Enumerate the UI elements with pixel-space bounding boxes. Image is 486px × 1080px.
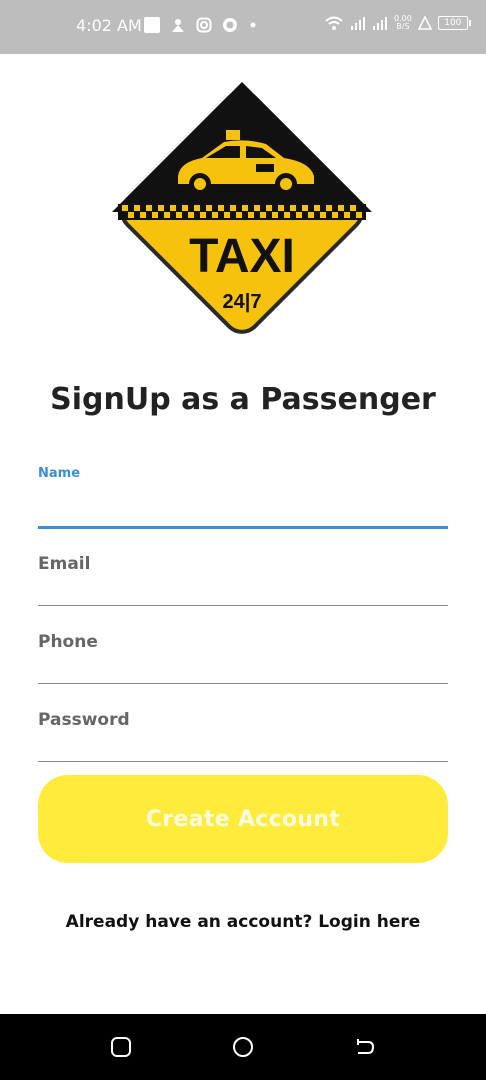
status-notification-icons	[144, 17, 258, 33]
logo-word: TAXI	[189, 230, 295, 283]
alert-triangle-icon	[417, 16, 432, 30]
recents-icon[interactable]	[110, 1036, 132, 1058]
back-icon[interactable]	[354, 1036, 376, 1058]
home-icon[interactable]	[232, 1036, 254, 1058]
status-system-icons: 0.00 B/S 100	[324, 15, 471, 31]
create-account-label: Create Account	[145, 806, 341, 832]
notification-square-icon	[144, 17, 160, 33]
name-field-underline	[38, 526, 448, 529]
taxi-logo: TAXI 24|7	[112, 82, 372, 334]
phone-field[interactable]: Phone	[38, 632, 448, 685]
instagram-icon	[196, 17, 212, 33]
signal-icon	[351, 17, 365, 30]
email-field-placeholder: Email	[38, 554, 91, 574]
password-field-underline	[38, 761, 448, 762]
dot-icon	[250, 22, 256, 28]
email-field-underline	[38, 605, 448, 606]
create-account-button[interactable]: Create Account	[38, 775, 448, 863]
password-field-placeholder: Password	[38, 710, 130, 730]
app-icon	[172, 19, 184, 32]
network-speed-icon: 0.00 B/S	[394, 15, 412, 31]
net-speed-unit: B/S	[396, 22, 410, 31]
checker-band	[118, 204, 366, 220]
github-icon	[223, 18, 237, 32]
system-nav-bar	[0, 1014, 486, 1080]
battery-icon: 100	[437, 16, 471, 30]
wifi-icon	[325, 16, 343, 30]
name-field-label: Name	[38, 466, 81, 481]
email-field[interactable]: Email	[38, 554, 448, 607]
logo-subtitle: 24|7	[223, 291, 262, 313]
name-field[interactable]: Name	[38, 466, 448, 530]
password-field[interactable]: Password	[38, 710, 448, 763]
phone-field-placeholder: Phone	[38, 632, 98, 652]
status-bar: 4:02 AM 0.00 B/S 100	[0, 0, 486, 54]
status-time: 4:02 AM	[76, 16, 142, 35]
phone-field-underline	[38, 683, 448, 684]
login-link[interactable]: Already have an account? Login here	[0, 912, 486, 932]
signal-icon	[373, 17, 387, 30]
page-title: SignUp as a Passenger	[50, 382, 436, 417]
